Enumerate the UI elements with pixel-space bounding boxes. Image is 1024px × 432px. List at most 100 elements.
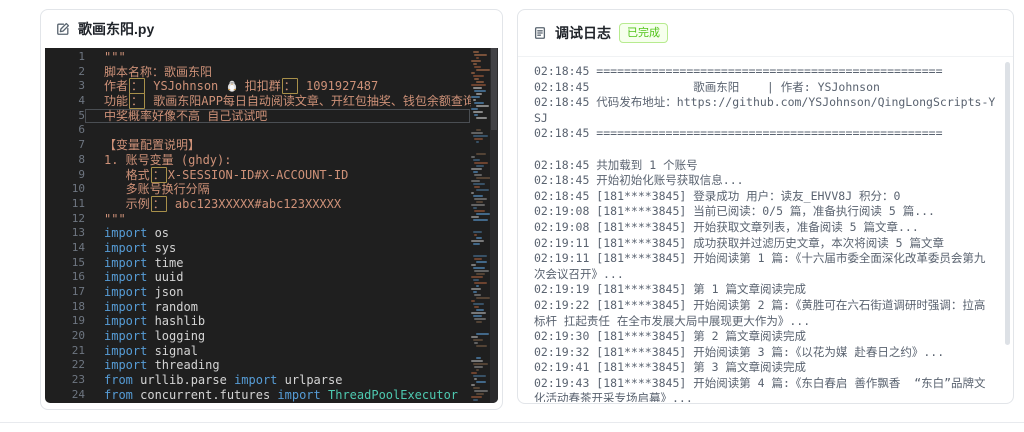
minimap-mark [472, 303, 484, 305]
code-line-content: 示例： abc123XXXXX#abc123XXXXX [85, 195, 470, 212]
code-token: X-SESSION-ID#X-ACCOUNT-ID [167, 167, 349, 182]
code-line: 12 """ [45, 212, 470, 227]
code-token: ThreadPoolExecutor [320, 387, 459, 402]
log-line: 02:19:19 [181****3845] 第 1 篇文章阅读完成 [534, 282, 807, 297]
code-token: 多账号换行分隔 [104, 182, 210, 197]
minimap-mark [471, 156, 475, 158]
code-token: 脚本名称：歌画东阳 [104, 64, 213, 79]
code-token: import [104, 314, 148, 329]
minimap-mark [474, 198, 487, 200]
minimap-mark [472, 291, 477, 293]
log-line: 02:18:45 代码发布地址：https://github.com/YSJoh… [534, 95, 996, 125]
code-line-content: 功能： 歌画东阳APP每日自动阅读文章、开红包抽奖、钱包余额查询 [85, 93, 475, 110]
minimap-mark [475, 345, 487, 347]
unicode-highlight-box: ： [150, 166, 167, 183]
log-line: 02:19:32 [181****3845] 开始阅读第 3 篇:《以花为媒 赴… [534, 344, 945, 359]
log-output: 02:18:45 ===============================… [519, 57, 1012, 402]
line-number: 25 [45, 403, 85, 404]
code-line-content: import signal [85, 344, 470, 359]
minimap-mark [475, 237, 482, 239]
minimap-mark [474, 114, 478, 116]
code-line: 10 多账号换行分隔 [45, 182, 470, 197]
code-line: 23 from urllib.parse import urlparse [45, 373, 470, 388]
code-token: time [147, 255, 184, 270]
minimap-mark [475, 189, 489, 191]
minimap-mark [471, 288, 481, 290]
editor-scrollbar[interactable] [490, 48, 498, 403]
code-line: 22 import threading [45, 358, 470, 373]
code-line: 14 import sys [45, 241, 470, 256]
code-line-content: import os [85, 226, 470, 241]
minimap-mark [472, 63, 477, 65]
line-number: 12 [71, 211, 85, 225]
code-line: 9 格式： X-SESSION-ID#X-ACCOUNT-ID [45, 166, 470, 183]
log-line: 02:18:45 ===============================… [534, 126, 943, 141]
minimap-mark [471, 396, 482, 398]
minimap-mark [475, 93, 482, 95]
minimap-mark [471, 84, 486, 86]
line-number: 3 [78, 79, 85, 93]
code-line-content: import logging [85, 329, 470, 344]
debug-log-card: 调试日志 已完成 02:18:45 ======================… [517, 9, 1014, 404]
code-token: signal [147, 343, 198, 358]
line-number: 14 [71, 240, 85, 254]
code-token: import [104, 329, 148, 344]
minimap-mark [474, 138, 483, 140]
line-number: 7 [78, 138, 85, 152]
minimap-mark [475, 165, 484, 167]
minimap-mark [472, 51, 479, 53]
editor-minimap[interactable] [471, 48, 491, 403]
minimap-mark [472, 207, 477, 209]
minimap-mark [475, 117, 487, 119]
minimap-mark [475, 273, 485, 275]
minimap-mark [472, 171, 478, 173]
log-scrollbar[interactable] [1005, 62, 1010, 345]
code-token: from [104, 373, 133, 388]
minimap-mark [472, 231, 482, 233]
unicode-highlight-box: ： [150, 195, 167, 212]
minimap-mark [472, 111, 483, 113]
page: 歌画东阳.py 1 """ 2 脚本名称：歌画东阳 3 作者： YSJohnson 扣扣群… [0, 0, 1024, 432]
log-line: 02:19:30 [181****3845] 第 2 篇文章阅读完成 [534, 329, 807, 344]
minimap-mark [474, 162, 488, 164]
code-token: import [104, 285, 148, 299]
code-token: requests [147, 403, 213, 404]
code-token: 扣扣群 [237, 79, 281, 94]
code-line: 20 import logging [45, 329, 470, 344]
code-editor[interactable]: 1 """ 2 脚本名称：歌画东阳 3 作者： YSJohnson 扣扣群： 109192… [45, 48, 498, 403]
minimap-mark [475, 105, 489, 107]
minimap-mark [475, 285, 479, 287]
code-line-content: 格式： X-SESSION-ID#X-ACCOUNT-ID [85, 166, 470, 183]
code-line: 19 import hashlib [45, 314, 470, 329]
line-number: 17 [71, 285, 85, 298]
minimap-mark [471, 204, 485, 206]
code-token: urllib.parse [132, 373, 235, 388]
code-token: 功能 [104, 94, 129, 109]
line-number: 4 [78, 94, 85, 108]
qq-penguin-icon [226, 80, 238, 93]
minimap-mark [472, 99, 476, 101]
code-token: uuid [147, 270, 184, 285]
minimap-mark [471, 72, 475, 74]
minimap-mark [472, 399, 478, 401]
minimap-mark [475, 261, 487, 263]
line-number: 15 [71, 255, 85, 269]
code-token: 1. 账号变量 (ghdy): [104, 152, 232, 167]
minimap-mark [475, 81, 484, 83]
code-line-content: import json [85, 285, 470, 300]
code-token: random [147, 299, 198, 314]
minimap-mark [471, 216, 479, 218]
code-line: 17 import json [45, 285, 470, 300]
log-line: 02:18:45 ===============================… [534, 64, 943, 78]
code-line: 13 import os [45, 226, 470, 241]
code-line-content: 1. 账号变量 (ghdy): [85, 153, 470, 168]
code-line: 16 import uuid [45, 270, 470, 285]
code-token: import [104, 240, 148, 255]
log-line: 02:19:41 [181****3845] 第 3 篇文章阅读完成 [534, 360, 807, 375]
editor-scrollbar-thumb[interactable] [491, 48, 497, 130]
code-line: 2 脚本名称：歌画东阳 [45, 65, 470, 80]
minimap-mark [471, 264, 476, 266]
code-token: import [104, 255, 148, 270]
minimap-mark [474, 66, 481, 68]
code-token: import [104, 343, 148, 358]
